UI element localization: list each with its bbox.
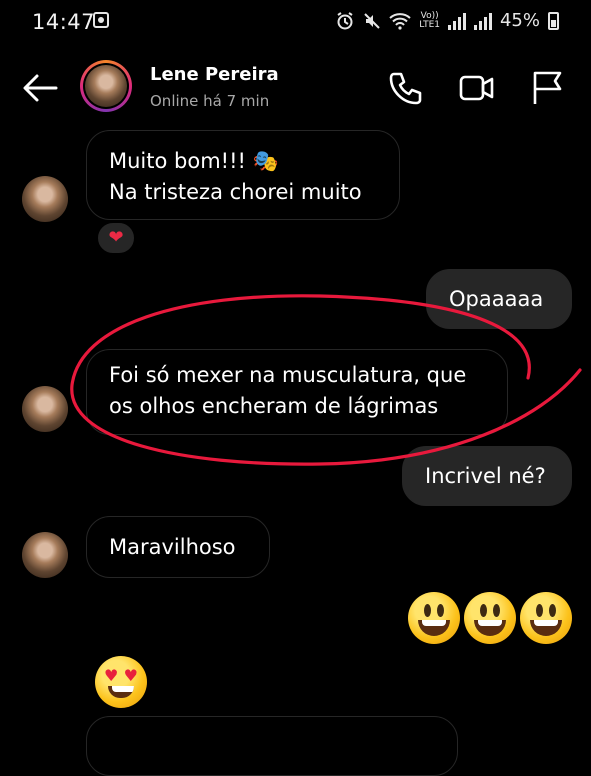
message-line: os olhos encheram de lágrimas [109, 394, 439, 418]
grinning-face-emoji[interactable] [408, 592, 460, 644]
message-text: Maravilhoso [109, 535, 236, 559]
alarm-icon [337, 11, 353, 29]
video-camera-icon[interactable] [456, 68, 496, 108]
grinning-face-emoji[interactable] [464, 592, 516, 644]
status-time: 14:47 [32, 10, 96, 34]
gallery-notification-icon [93, 12, 109, 28]
volte-bottom: LTE1 [419, 19, 440, 30]
message-text: Incrivel né? [425, 464, 546, 488]
battery-icon [548, 11, 559, 30]
message-incoming-partial[interactable] [86, 716, 458, 776]
message-incoming[interactable]: Maravilhoso [86, 516, 270, 578]
message-outgoing[interactable]: Opaaaaa [426, 269, 572, 329]
signal-icon-1 [447, 12, 466, 30]
message-line: Muito bom!!! 🎭 [109, 149, 279, 173]
volte-label: Vo)) LTE1 [419, 11, 440, 30]
wifi-icon [389, 12, 411, 30]
heart-reaction[interactable]: ❤ [96, 221, 136, 255]
status-bar: 14:47 Vo)) LTE1 45% [0, 0, 591, 44]
phone-icon[interactable] [386, 68, 426, 108]
message-line: Na tristeza chorei muito [109, 180, 362, 204]
message-outgoing[interactable]: Incrivel né? [402, 446, 572, 506]
presence-status: Online há 7 min [150, 92, 270, 110]
contact-avatar-small[interactable] [22, 532, 68, 578]
grinning-face-emoji[interactable] [520, 592, 572, 644]
contact-avatar-small[interactable] [22, 176, 68, 222]
contact-avatar-small[interactable] [22, 386, 68, 432]
contact-avatar[interactable] [80, 60, 132, 112]
flag-icon[interactable] [528, 68, 568, 108]
back-arrow-icon[interactable] [22, 72, 58, 104]
mute-icon [364, 12, 381, 29]
status-icons: Vo)) LTE1 45% [335, 10, 559, 31]
message-line: Foi só mexer na musculatura, que [109, 363, 467, 387]
heart-eyes-emoji[interactable]: ♥ ♥ [95, 656, 147, 708]
message-incoming[interactable]: Foi só mexer na musculatura, que os olho… [86, 349, 508, 435]
battery-percent: 45% [499, 10, 540, 31]
message-incoming[interactable]: Muito bom!!! 🎭 Na tristeza chorei muito [86, 130, 400, 220]
contact-name[interactable]: Lene Pereira [150, 64, 279, 85]
avatar-photo [85, 65, 127, 107]
signal-icon-2 [473, 12, 492, 30]
message-text: Opaaaaa [449, 287, 544, 311]
